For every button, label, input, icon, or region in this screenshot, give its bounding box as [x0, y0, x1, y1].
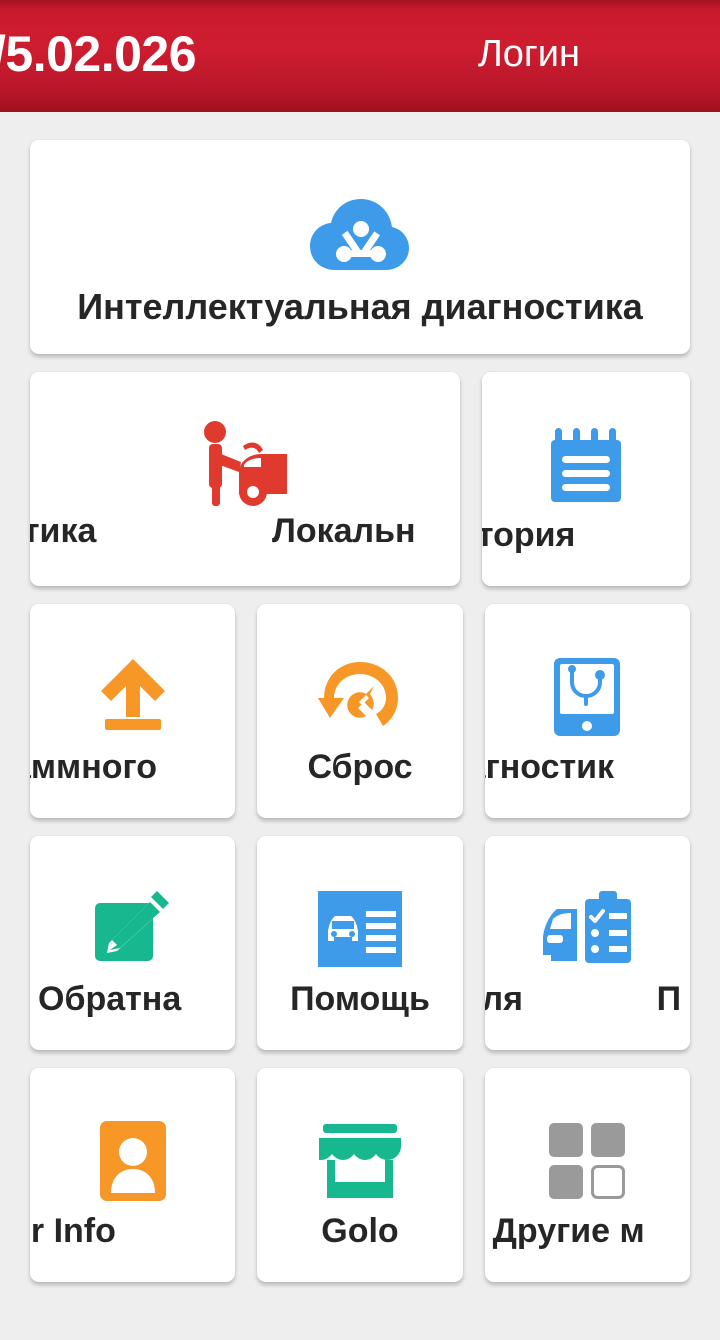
card-label: аммного [30, 748, 157, 786]
card-label-right: П [656, 980, 682, 1018]
car-document-icon [317, 886, 402, 972]
card-history[interactable]: стория [482, 372, 690, 586]
card-golo-store[interactable]: Golo [257, 1068, 463, 1282]
card-feedback[interactable]: Обратна [30, 836, 236, 1050]
card-label: Обратна [38, 980, 182, 1018]
card-label: er Info [30, 1212, 116, 1250]
store-icon [317, 1118, 403, 1204]
card-label: Интеллектуальная диагностика [77, 286, 643, 327]
card-labels: иля П [485, 980, 690, 1026]
card-user-info[interactable]: er Info [30, 1068, 236, 1282]
car-checklist-icon [541, 886, 633, 972]
card-label: стория [482, 516, 576, 554]
cloud-network-icon [308, 196, 412, 274]
upload-arrow-icon [95, 654, 171, 740]
card-vehicle-report[interactable]: иля П [484, 836, 690, 1050]
notepad-icon [549, 422, 623, 508]
edit-pencil-icon [93, 886, 173, 972]
grid-squares-icon [549, 1118, 626, 1204]
card-local-diagnosis[interactable]: стика Локальн [30, 372, 460, 586]
login-button[interactable]: Логин [478, 28, 580, 80]
card-label-left: стика [30, 512, 97, 550]
card-label: Golo [321, 1212, 399, 1250]
card-software-upgrade[interactable]: аммного [30, 604, 236, 818]
grid-row-2: стика Локальн стория [30, 372, 690, 586]
card-label-left: иля [484, 980, 523, 1018]
grid-row-4: Обратна Помощь ля П [30, 836, 690, 1050]
grid-row-3: аммного Сброс [30, 604, 690, 818]
card-label: Помощь [290, 980, 430, 1018]
menu-grid: Интеллектуальная диагностика стика [0, 112, 720, 1282]
card-remote-diagnosis[interactable]: агностик [484, 604, 690, 818]
card-label: Сброс [307, 748, 413, 786]
card-label: агностик [485, 748, 615, 786]
card-labels: стика Локальн [30, 508, 460, 564]
mechanic-car-icon [199, 420, 291, 508]
card-intelligent-diagnosis[interactable]: Интеллектуальная диагностика [30, 140, 690, 354]
app-header: /5.02.026 Логин [0, 0, 720, 112]
card-help[interactable]: Помощь [257, 836, 463, 1050]
user-card-icon [99, 1118, 166, 1204]
grid-row-5: er Info Golo Д [30, 1068, 690, 1282]
card-reset[interactable]: Сброс [257, 604, 463, 818]
reset-wrench-icon [317, 654, 402, 740]
tablet-stethoscope-icon [552, 654, 622, 740]
grid-row-1: Интеллектуальная диагностика [30, 140, 690, 354]
page-title: /5.02.026 [0, 26, 197, 82]
card-label-right: Локальн [272, 512, 416, 550]
card-label: Другие м [492, 1212, 645, 1250]
card-other-modules[interactable]: Другие м [484, 1068, 690, 1282]
